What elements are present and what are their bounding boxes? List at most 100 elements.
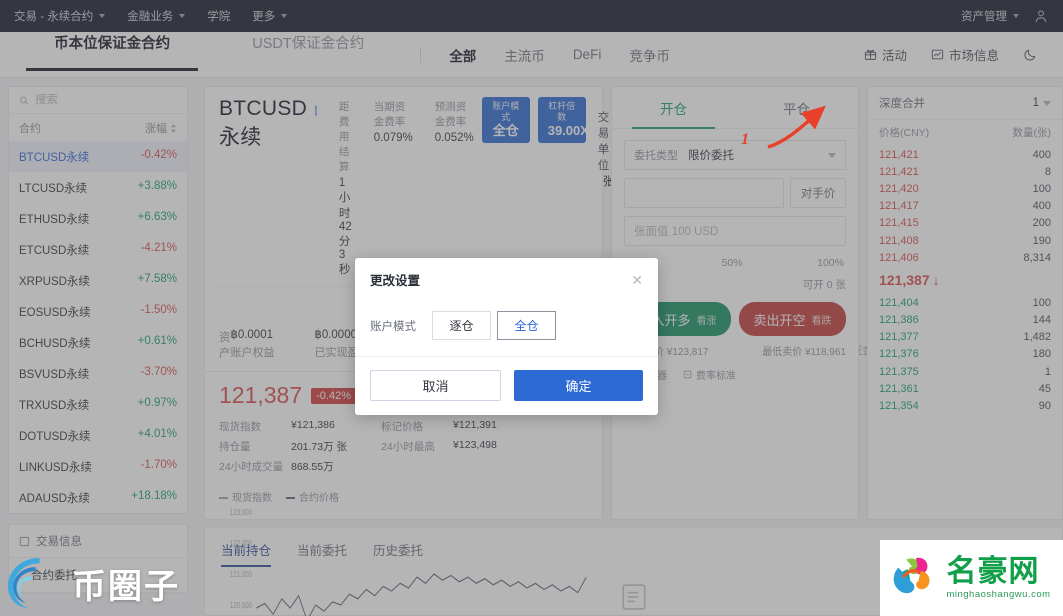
option-isolated-margin[interactable]: 逐仓 xyxy=(432,311,491,340)
watermark-right: 名豪网 minghaoshangwu.com xyxy=(880,540,1063,616)
list-item[interactable]: DOTUSD永续 +4.01% xyxy=(9,420,187,451)
tab-order-history[interactable]: 历史委托 xyxy=(373,540,423,567)
stat-value: ¥121,391 xyxy=(453,419,497,431)
leverage-button[interactable]: 杠杆倍数 39.00X xyxy=(537,97,589,143)
sell-button-label: 卖出开空 xyxy=(753,312,806,328)
order-book-row[interactable]: 121,417 400 xyxy=(868,198,1062,215)
order-price: 121,354 xyxy=(879,400,919,413)
topnav-item-asset-management[interactable]: 资产管理 xyxy=(961,8,1019,24)
list-item[interactable]: ETHUSD永续 +6.63% xyxy=(9,203,187,234)
list-item[interactable]: EOSUSD永续 -1.50% xyxy=(9,296,187,327)
tab-category-altcoin[interactable]: 竞争币 xyxy=(615,32,684,78)
order-qty: 100 xyxy=(1032,296,1051,309)
tab-open-position[interactable]: 开仓 xyxy=(612,87,735,129)
list-item[interactable]: TRXUSD永续 +0.97% xyxy=(9,389,187,420)
sort-icon xyxy=(170,123,177,133)
tab-category-all[interactable]: 全部 xyxy=(435,32,490,78)
user-icon[interactable] xyxy=(1033,8,1049,24)
theme-toggle-button[interactable] xyxy=(1011,48,1049,62)
cancel-button[interactable]: 取消 xyxy=(370,370,501,401)
list-item[interactable]: BSVUSD永续 -3.70% xyxy=(9,358,187,389)
sub-navigation-bar: 币本位保证金合约 USDT保证金合约 全部 主流币 DeFi 竞争币 活动 市场… xyxy=(0,32,1063,78)
order-qty: 400 xyxy=(1032,200,1051,213)
topnav-item-more[interactable]: 更多 xyxy=(252,8,288,24)
contract-name: ETHUSD永续 xyxy=(19,213,90,226)
gift-icon xyxy=(864,49,877,60)
tab-current-positions[interactable]: 当前持仓 xyxy=(221,540,272,567)
list-item[interactable]: LINKUSD永续 -1.70% xyxy=(9,451,187,482)
account-mode-label: 账户模式 xyxy=(370,320,416,333)
watermark-left: 币圈子 xyxy=(0,550,180,616)
nav-activities-button[interactable]: 活动 xyxy=(852,45,919,64)
topnav-item-trade[interactable]: 交易 - 永续合约 xyxy=(14,8,106,24)
confirm-button[interactable]: 确定 xyxy=(514,370,643,401)
opponent-price-button[interactable]: 对手价 xyxy=(790,178,846,208)
list-item[interactable]: ADAUSD永续 +18.18% xyxy=(9,482,187,513)
order-book-row[interactable]: 121,408 190 xyxy=(868,232,1062,249)
order-book-row[interactable]: 121,421 8 xyxy=(868,163,1062,180)
funding-stat-predicted-rate: 预测资金费率 0.052% xyxy=(435,99,474,144)
tab-usdt-margined[interactable]: USDT保证金合约 xyxy=(210,32,406,78)
list-item[interactable]: BCHUSD永续 +0.61% xyxy=(9,327,187,358)
search-row[interactable] xyxy=(9,87,187,114)
stat-key: 现货指数 xyxy=(219,421,261,433)
order-book-row[interactable]: 121,421 400 xyxy=(868,146,1062,163)
percent-50[interactable]: 50% xyxy=(722,257,743,269)
order-book-row[interactable]: 121,377 1,482 xyxy=(868,329,1062,346)
option-cross-margin[interactable]: 全仓 xyxy=(497,311,556,340)
order-price: 121,404 xyxy=(879,296,919,309)
column-header-change[interactable]: 涨幅 xyxy=(145,120,177,136)
chart-legend: 现货指数 合约价格 xyxy=(219,489,592,504)
tab-category-mainstream[interactable]: 主流币 xyxy=(490,32,559,78)
percent-100[interactable]: 100% xyxy=(817,257,844,269)
order-book-row[interactable]: 121,376 180 xyxy=(868,346,1062,363)
tab-label: 历史委托 xyxy=(373,544,424,558)
mid-price-value: 121,387 xyxy=(879,272,930,289)
contract-list-panel: 合约 涨幅 BTCUSD永续 -0.42% LTCUSD永续 +3.88% ETHUSD… xyxy=(8,86,188,514)
order-book-row[interactable]: 121,406 8,314 xyxy=(868,249,1062,266)
tab-category-defi[interactable]: DeFi xyxy=(559,32,616,78)
order-book-row[interactable]: 121,386 144 xyxy=(868,312,1062,329)
info-icon[interactable]: i xyxy=(315,105,317,116)
list-item[interactable]: LTCUSD永续 +3.88% xyxy=(9,172,187,203)
search-input[interactable] xyxy=(34,94,177,106)
asset-label: 账户权益 xyxy=(230,347,275,359)
order-book-row[interactable]: 121,361 45 xyxy=(868,380,1062,397)
modal-body: 账户模式 逐仓 全仓 xyxy=(355,299,658,357)
list-item[interactable]: XRPUSD永续 +7.58% xyxy=(9,265,187,296)
trade-panel-tabs: 开仓 平仓 xyxy=(612,87,858,129)
order-type-select[interactable]: 委托类型 限价委托 xyxy=(624,140,846,170)
watermark-right-text-block: 名豪网 minghaoshangwu.com xyxy=(946,556,1050,600)
order-book-row[interactable]: 121,354 90 xyxy=(868,397,1062,414)
price-stat-row: 24小时最高 ¥123,498 xyxy=(381,439,497,454)
order-book-row[interactable]: 121,415 200 xyxy=(868,215,1062,232)
list-item[interactable]: ETCUSD永续 -4.21% xyxy=(9,234,187,265)
topnav-item-academy[interactable]: 学院 xyxy=(207,8,230,24)
order-price: 121,386 xyxy=(879,314,919,327)
asset-value: ฿0.0001 xyxy=(230,329,274,341)
tab-close-position[interactable]: 平仓 xyxy=(735,87,858,128)
price-chart: 现货指数 合约价格 123,000122,000121,000120,00011… xyxy=(205,485,602,616)
order-book-row[interactable]: 121,404 100 xyxy=(868,294,1062,311)
sell-short-button[interactable]: 卖出开空 看跌 xyxy=(739,302,846,336)
close-icon[interactable]: ✕ xyxy=(631,273,643,287)
contract-change: +0.97% xyxy=(137,396,177,409)
tab-current-orders[interactable]: 当前委托 xyxy=(297,540,347,567)
order-book-row[interactable]: 121,420 100 xyxy=(868,180,1062,197)
nav-market-info-button[interactable]: 市场信息 xyxy=(919,45,1011,64)
rate-standard-button[interactable]: 费率标准 xyxy=(683,367,736,382)
tab-label: 币本位保证金合约 xyxy=(54,35,171,52)
account-mode-title: 账户模式 xyxy=(492,101,520,122)
price-stats: 现货指数 ¥121,386 持仓量 201.73万 张 24小时成交量 868.55万 标… xyxy=(219,419,497,479)
depth-merge-select[interactable]: 1 xyxy=(1033,97,1051,109)
account-mode-button[interactable]: 账户模式 全仓 xyxy=(481,97,530,143)
opponent-price-label: 对手价 xyxy=(800,188,836,200)
order-book-row[interactable]: 121,375 1 xyxy=(868,363,1062,380)
tab-coin-margined[interactable]: 币本位保证金合约 xyxy=(14,32,210,78)
amount-input[interactable]: 张面值 100 USD xyxy=(624,216,846,246)
price-input[interactable] xyxy=(624,178,784,208)
list-item[interactable]: BTCUSD永续 -0.42% xyxy=(9,141,187,172)
modal-footer: 取消 确定 xyxy=(355,357,658,415)
topnav-item-finance[interactable]: 金融业务 xyxy=(127,8,186,24)
stat-value: 868.55万 xyxy=(291,461,334,473)
